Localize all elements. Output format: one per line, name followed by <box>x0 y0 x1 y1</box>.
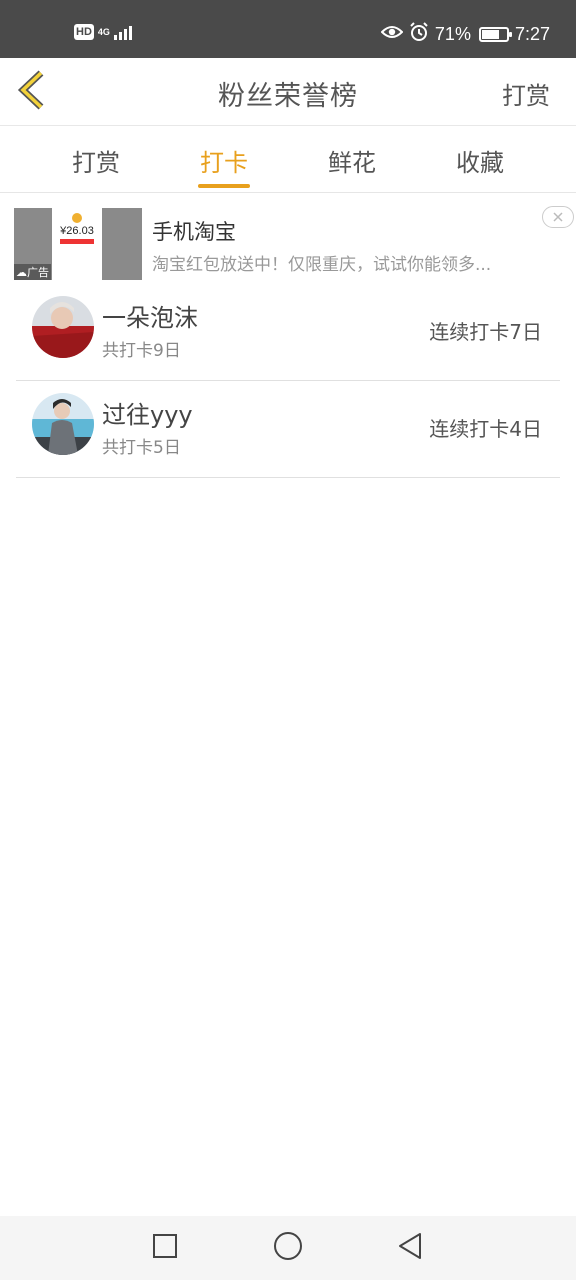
page-title: 粉丝荣誉榜 <box>218 81 358 112</box>
ad-phone-mockup: ¥26.03 <box>52 208 102 280</box>
ad-thumb-amount: ¥26.03 <box>60 225 94 237</box>
back-nav-button[interactable] <box>394 1232 426 1264</box>
ad-banner[interactable]: ¥26.03 ☁广告 手机淘宝 淘宝红包放送中！仅限重庆，试试你能领多... <box>0 194 576 284</box>
tab-bar: 打赏 打卡 鲜花 收藏 <box>0 127 576 193</box>
list-item[interactable]: 一朵泡沫 共打卡9日 连续打卡7日 <box>16 284 560 381</box>
ad-close-button[interactable] <box>542 206 574 228</box>
tab-checkin[interactable]: 打卡 <box>174 143 274 178</box>
clock: 7:27 <box>514 24 550 44</box>
tab-reward[interactable]: 打赏 <box>46 143 146 178</box>
tab-favorites[interactable]: 收藏 <box>430 143 530 178</box>
square-icon <box>152 1233 178 1263</box>
avatar[interactable] <box>32 296 94 358</box>
checkin-list: 一朵泡沫 共打卡9日 连续打卡7日 过往yyy 共打卡5日 连续打卡4日 <box>16 284 560 478</box>
list-item[interactable]: 过往yyy 共打卡5日 连续打卡4日 <box>16 381 560 478</box>
circle-icon <box>273 1231 303 1265</box>
reward-button[interactable]: 打赏 <box>502 76 550 111</box>
system-nav-bar <box>0 1216 576 1280</box>
eye-icon <box>380 24 404 45</box>
user-name: 一朵泡沫 <box>102 304 198 332</box>
ad-thumbnail: ¥26.03 ☁广告 <box>14 208 142 280</box>
streak-checkins: 连续打卡4日 <box>429 417 542 441</box>
battery-icon <box>478 27 512 42</box>
status-left: HD 4G <box>74 24 132 40</box>
alarm-icon <box>409 22 429 47</box>
avatar[interactable] <box>32 393 94 455</box>
streak-checkins: 连续打卡7日 <box>429 320 542 344</box>
signal-icon <box>113 24 132 40</box>
ad-thumb-button <box>60 239 94 244</box>
network-type: 4G <box>97 26 110 37</box>
coin-icon <box>72 213 82 223</box>
title-bar: 粉丝荣誉榜 打赏 <box>0 58 576 126</box>
total-checkins: 共打卡5日 <box>102 438 181 458</box>
hd-badge: HD <box>74 24 94 40</box>
recent-apps-button[interactable] <box>149 1232 181 1264</box>
tab-flowers[interactable]: 鲜花 <box>302 143 402 178</box>
triangle-back-icon <box>397 1232 423 1264</box>
close-icon <box>552 208 564 227</box>
home-button[interactable] <box>272 1232 304 1264</box>
total-checkins: 共打卡9日 <box>102 341 181 361</box>
battery-percent: 71% <box>434 24 471 44</box>
ad-tag: ☁广告 <box>14 264 51 280</box>
status-bar: HD 4G 71% 7:27 <box>0 0 576 58</box>
active-tab-indicator <box>198 184 250 188</box>
status-right: 71% 7:27 <box>380 22 550 47</box>
user-name: 过往yyy <box>102 401 193 429</box>
battery-level-fill <box>481 30 499 39</box>
ad-title: 手机淘宝 <box>152 220 236 244</box>
ad-description: 淘宝红包放送中！仅限重庆，试试你能领多... <box>152 255 492 275</box>
